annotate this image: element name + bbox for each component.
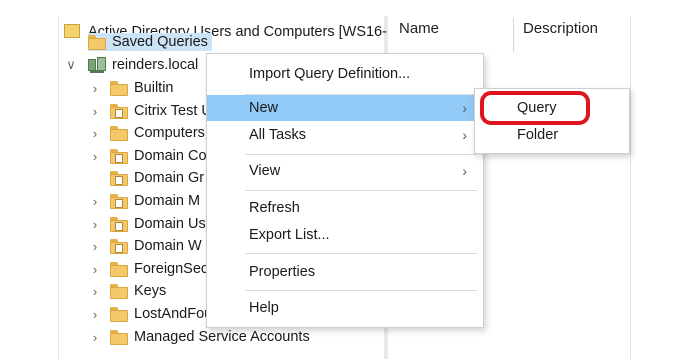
chevron-right-icon[interactable]: › xyxy=(88,100,102,122)
ou-folder-icon xyxy=(110,170,128,186)
chevron-right-icon[interactable]: › xyxy=(88,145,102,167)
tree-item-content: ForeignSec xyxy=(110,260,212,278)
menu-item-label: Export List... xyxy=(249,227,330,243)
tree-item-content: Saved Queries xyxy=(88,33,212,51)
tree-item-label: Computers xyxy=(134,125,205,141)
tree-item-label: Domain M xyxy=(134,193,201,209)
chevron-right-icon[interactable]: › xyxy=(88,122,102,144)
tree-item[interactable]: Domain Gr xyxy=(110,167,208,189)
tree-item-label: Domain Gr xyxy=(134,170,205,186)
menu-item-label: New xyxy=(249,100,279,116)
annotation-highlight-ring xyxy=(480,91,590,125)
ou-folder-icon xyxy=(110,193,128,209)
tree-item[interactable]: › Domain M xyxy=(93,190,204,212)
menu-item-new[interactable]: New › xyxy=(207,95,483,121)
tree-item-content: Domain Us xyxy=(110,215,210,233)
ou-folder-icon xyxy=(110,103,128,119)
folder-icon xyxy=(110,283,128,299)
tree-item[interactable]: › Domain W xyxy=(93,235,206,257)
tree-item[interactable]: Saved Queries xyxy=(88,31,212,53)
tree-item-content: Keys xyxy=(110,282,170,300)
tree-item-content: reinders.local xyxy=(88,56,202,74)
chevron-right-icon: › xyxy=(462,127,467,143)
tree-item[interactable]: ∨ reinders.local xyxy=(66,54,202,76)
menu-separator xyxy=(245,190,477,191)
menu-separator xyxy=(245,253,477,254)
tree-item-content: Domain M xyxy=(110,192,204,210)
tree-item-label: reinders.local xyxy=(112,57,199,73)
submenu-item-label: Folder xyxy=(517,127,559,143)
submenu-item-folder[interactable]: Folder xyxy=(475,122,629,148)
ou-folder-icon xyxy=(110,216,128,232)
chevron-right-icon[interactable]: › xyxy=(88,303,102,325)
folder-icon xyxy=(110,329,128,345)
tree-item-label: ForeignSec xyxy=(134,261,209,277)
tree-item[interactable]: › ForeignSec xyxy=(93,258,212,280)
menu-item-view[interactable]: View › xyxy=(207,158,483,184)
menu-item-properties[interactable]: Properties xyxy=(207,259,483,285)
chevron-right-icon: › xyxy=(462,163,467,179)
tree-item-label: Domain Co xyxy=(134,148,207,164)
tree-item-label: Saved Queries xyxy=(112,34,208,50)
tree-item-label: Keys xyxy=(134,283,167,299)
tree-item[interactable]: › Keys xyxy=(93,280,170,302)
tree-item-content: Domain Gr xyxy=(110,169,208,187)
menu-item-export-list[interactable]: Export List... xyxy=(207,222,483,248)
snapin-icon xyxy=(64,24,80,40)
column-header-description[interactable]: Description xyxy=(523,20,598,37)
ou-folder-icon xyxy=(110,238,128,254)
tree-item[interactable]: › Citrix Test U xyxy=(93,100,216,122)
folder-icon xyxy=(110,125,128,141)
tree-item-label: Domain W xyxy=(134,238,202,254)
tree-item[interactable]: › Builtin xyxy=(93,77,178,99)
menu-item-label: View xyxy=(249,163,281,179)
tree-item-content: Builtin xyxy=(110,79,178,97)
context-menu: Import Query Definition... New › All Tas… xyxy=(206,53,484,328)
tree-item[interactable]: › Domain Us xyxy=(93,213,210,235)
tree-item-content: Computers xyxy=(110,124,209,142)
tree-item-label: Citrix Test U xyxy=(134,103,212,119)
menu-item-all-tasks[interactable]: All Tasks › xyxy=(207,122,483,148)
ou-folder-icon xyxy=(110,148,128,164)
column-header-name[interactable]: Name xyxy=(399,20,439,37)
chevron-down-icon[interactable]: ∨ xyxy=(64,54,78,76)
folder-icon xyxy=(110,306,128,322)
folder-icon xyxy=(110,261,128,277)
chevron-right-icon[interactable]: › xyxy=(88,326,102,348)
menu-item-label: Help xyxy=(249,300,279,316)
chevron-right-icon[interactable]: › xyxy=(88,190,102,212)
column-divider[interactable] xyxy=(513,18,514,52)
menu-separator xyxy=(245,154,477,155)
chevron-right-icon[interactable]: › xyxy=(88,280,102,302)
tree-item[interactable]: › Computers xyxy=(93,122,209,144)
menu-separator xyxy=(245,290,477,291)
tree-item[interactable]: › Domain Co xyxy=(93,145,211,167)
tree-item[interactable]: › Managed Service Accounts xyxy=(93,326,314,348)
tree-item-content: Managed Service Accounts xyxy=(110,328,314,346)
chevron-right-icon[interactable]: › xyxy=(88,213,102,235)
menu-item-help[interactable]: Help xyxy=(207,295,483,321)
menu-item-label: Import Query Definition... xyxy=(249,66,411,82)
chevron-right-icon[interactable]: › xyxy=(88,235,102,257)
menu-item-refresh[interactable]: Refresh xyxy=(207,195,483,221)
tree-item-content: Domain Co xyxy=(110,147,211,165)
tree-item-content: Citrix Test U xyxy=(110,102,216,120)
tree-item-label: Domain Us xyxy=(134,216,206,232)
menu-item-import-query[interactable]: Import Query Definition... xyxy=(207,61,483,87)
domain-icon xyxy=(88,57,106,73)
menu-item-label: Refresh xyxy=(249,200,300,216)
chevron-right-icon: › xyxy=(462,100,467,116)
menu-item-label: All Tasks xyxy=(249,127,306,143)
tree-item-label: Managed Service Accounts xyxy=(134,329,310,345)
tree-item-content: Domain W xyxy=(110,237,206,255)
menu-item-label: Properties xyxy=(249,264,316,280)
folder-icon xyxy=(110,80,128,96)
chevron-right-icon[interactable]: › xyxy=(88,258,102,280)
folder-icon xyxy=(88,34,106,50)
tree-item-label: Builtin xyxy=(134,80,174,96)
chevron-right-icon[interactable]: › xyxy=(88,77,102,99)
